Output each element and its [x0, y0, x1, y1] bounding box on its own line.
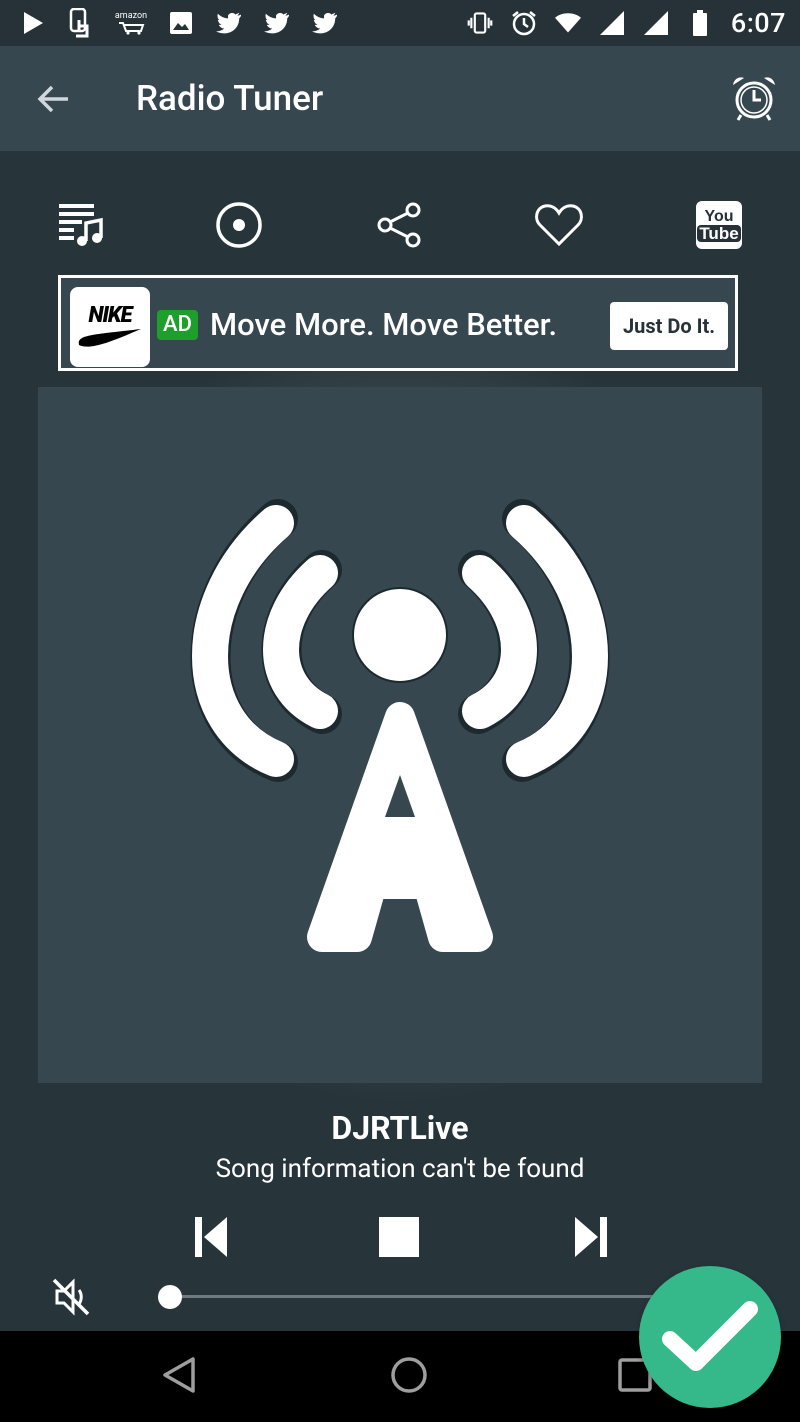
youtube-label-bottom: Tube: [697, 224, 741, 243]
twitter-icon: [216, 10, 242, 36]
station-artwork: [38, 387, 762, 1083]
amazon-label: amazon: [114, 11, 148, 21]
volume-slider-thumb[interactable]: [158, 1285, 182, 1309]
wifi-icon: [554, 10, 581, 36]
touch-icon: [68, 8, 94, 38]
previous-button[interactable]: [186, 1212, 236, 1262]
ad-headline: Move More. Move Better.: [210, 306, 558, 343]
alarm-icon: [511, 10, 537, 36]
favorite-heart-icon: [535, 204, 583, 247]
image-icon: [168, 10, 194, 36]
ad-brand: NIKE: [88, 303, 132, 328]
sleep-timer-button[interactable]: [728, 72, 780, 124]
twitter-icon: [264, 10, 290, 36]
amazon-icon: amazon: [114, 10, 148, 36]
nike-logo: NIKE: [70, 287, 150, 367]
confirm-fab-button[interactable]: [639, 1266, 781, 1408]
clock-time: 6:07: [730, 7, 786, 39]
share-icon: [377, 202, 421, 248]
stop-icon: [379, 1217, 419, 1257]
record-button[interactable]: [214, 200, 264, 250]
nav-back-button[interactable]: [154, 1350, 204, 1400]
checkmark-icon: [662, 1301, 758, 1371]
volume-off-icon: [52, 1278, 90, 1316]
playlist-button[interactable]: [55, 200, 105, 250]
back-button[interactable]: [30, 76, 76, 122]
alarm-clock-icon: [733, 77, 775, 121]
favorite-button[interactable]: [534, 200, 584, 250]
status-bar: amazon 6:07: [0, 0, 800, 46]
station-name: DJRTLive: [331, 1109, 469, 1147]
swoosh-icon: [78, 329, 141, 347]
battery-icon: [687, 10, 713, 36]
youtube-label-top: You: [704, 208, 734, 225]
app-bar: Radio Tuner: [0, 46, 800, 151]
ad-cta-button[interactable]: Just Do It.: [610, 302, 728, 350]
skip-next-icon: [575, 1217, 607, 1257]
page-title: Radio Tuner: [136, 78, 324, 119]
song-info: Song information can't be found: [215, 1154, 585, 1184]
radio-tower-icon: [190, 499, 610, 952]
youtube-button[interactable]: You Tube: [694, 200, 744, 250]
stop-button[interactable]: [374, 1212, 424, 1262]
record-icon: [216, 202, 262, 248]
twitter-icon: [312, 10, 338, 36]
nav-home-icon: [391, 1357, 427, 1393]
volume-slider-track[interactable]: [170, 1295, 660, 1298]
mute-button[interactable]: [48, 1274, 94, 1320]
ad-banner[interactable]: NIKE AD Move More. Move Better. Just Do …: [58, 275, 738, 371]
playlist-icon: [59, 204, 103, 246]
signal-icon: [643, 10, 669, 36]
share-button[interactable]: [374, 200, 424, 250]
nav-home-button[interactable]: [384, 1350, 434, 1400]
vibrate-icon: [467, 10, 493, 36]
nav-back-icon: [163, 1357, 195, 1393]
next-button[interactable]: [566, 1212, 616, 1262]
ad-badge: AD: [157, 310, 198, 340]
youtube-icon: You Tube: [696, 201, 742, 249]
signal-icon: [599, 10, 625, 36]
back-arrow-icon: [37, 85, 68, 113]
skip-previous-icon: [195, 1217, 227, 1257]
play-store-icon: [20, 10, 46, 36]
